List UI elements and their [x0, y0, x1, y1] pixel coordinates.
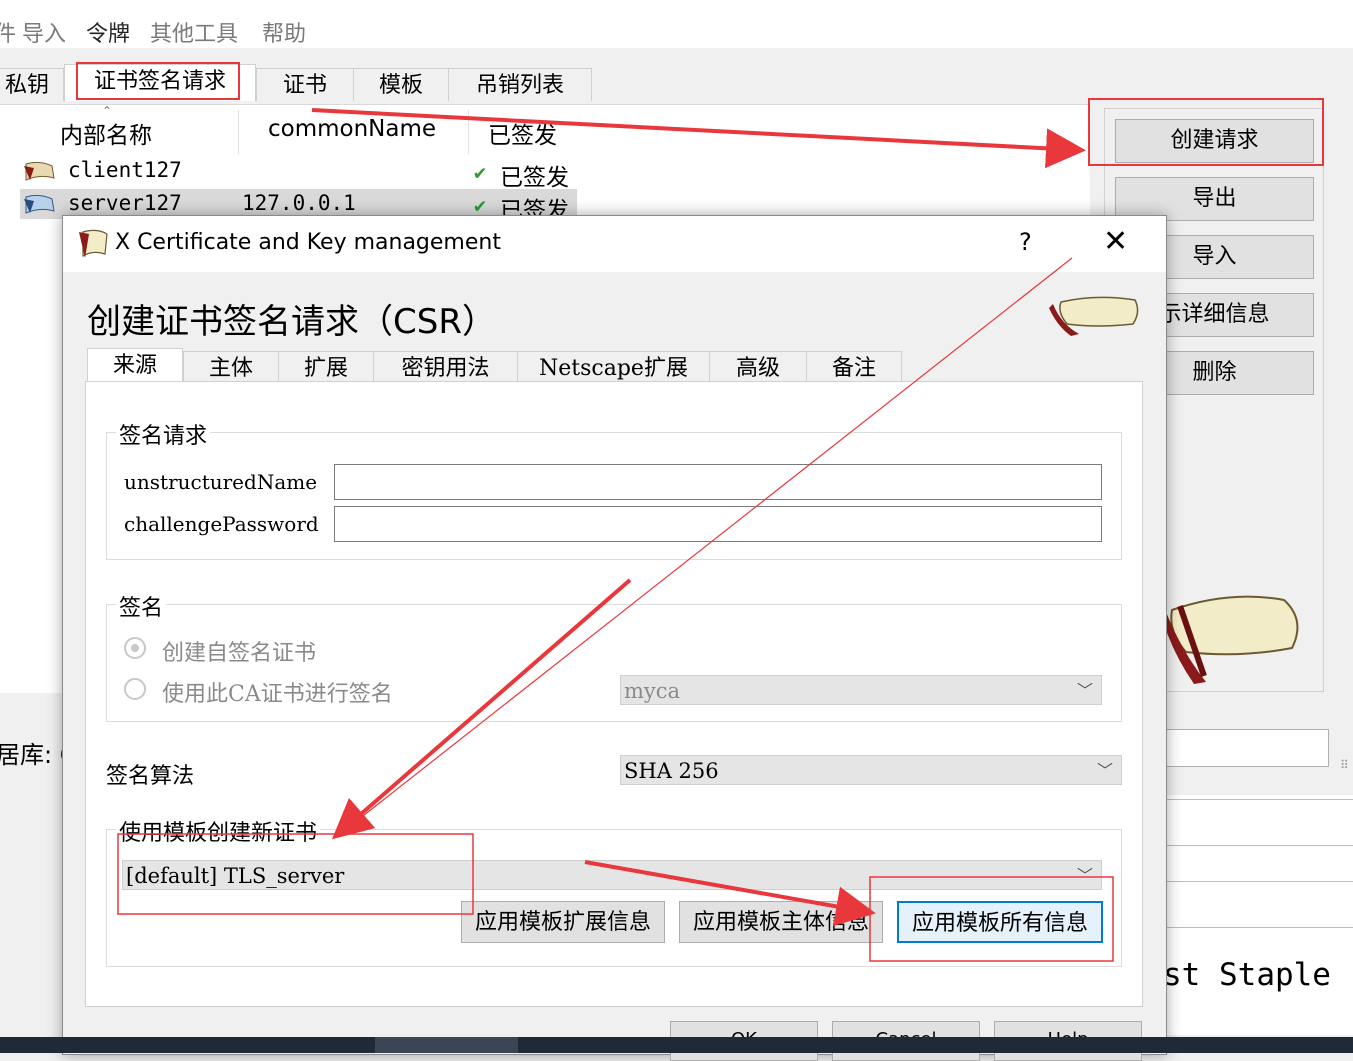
sign-request-group-title: 签名请求 [116, 418, 211, 450]
col-divider [468, 110, 469, 154]
apply-template-all-button[interactable]: 应用模板所有信息 [897, 901, 1103, 943]
challenge-password-label: challengePassword [124, 512, 319, 536]
tab-netscape[interactable]: Netscape扩展 [517, 351, 710, 384]
tab-key-usage[interactable]: 密钥用法 [373, 351, 518, 384]
tab-subject[interactable]: 主体 [183, 351, 279, 384]
status-field [1165, 729, 1329, 767]
tab-certificates[interactable]: 证书 [256, 68, 354, 101]
tab-private-keys[interactable]: 私钥 [0, 68, 64, 101]
use-ca-radio[interactable] [124, 678, 146, 700]
menu-bar: 件 导入 令牌 其他工具 帮助 [0, 0, 1353, 48]
tab-comment[interactable]: 备注 [806, 351, 902, 384]
create-request-button[interactable]: 创建请求 [1115, 119, 1314, 163]
tab-advanced[interactable]: 高级 [709, 351, 807, 384]
bg-peek-text: st Staple [1163, 957, 1331, 993]
signing-group-title: 签名 [116, 590, 167, 622]
chevron-down-icon: ﹀ [1096, 761, 1113, 780]
template-group [106, 829, 1122, 967]
menu-import[interactable]: 导入 [22, 16, 66, 48]
close-icon[interactable]: ✕ [1103, 224, 1128, 259]
col-divider [238, 110, 239, 154]
chevron-down-icon: ﹀ [1076, 866, 1093, 885]
template-group-title: 使用模板创建新证书 [116, 815, 321, 847]
menu-token[interactable]: 令牌 [86, 16, 130, 48]
tab-templates[interactable]: 模板 [353, 68, 449, 101]
tab-source[interactable]: 来源 [87, 348, 183, 385]
apply-template-extensions-button[interactable]: 应用模板扩展信息 [461, 901, 665, 943]
tab-csr[interactable]: 证书签名请求 [64, 64, 256, 101]
bg-details-panel: st Staple [1163, 795, 1353, 1035]
col-header-signed[interactable]: 已签发 [488, 116, 557, 150]
apply-template-subject-button[interactable]: 应用模板主体信息 [679, 901, 883, 943]
dialog-scroll-logo-icon [1049, 296, 1139, 336]
algorithm-select[interactable]: SHA 256 ﹀ [620, 755, 1122, 785]
csr-scroll-icon [24, 194, 55, 214]
row-common-name: 127.0.0.1 [242, 191, 356, 215]
self-sign-label: 创建自签名证书 [162, 641, 317, 666]
dialog-title: X Certificate and Key management [115, 230, 501, 255]
col-header-common-name[interactable]: commonName [268, 116, 436, 142]
csr-scroll-icon [24, 161, 55, 181]
dialog-title-bar[interactable]: X Certificate and Key management ? ✕ [63, 216, 1166, 272]
unstructured-name-input[interactable] [334, 464, 1102, 500]
menu-file[interactable]: 件 [0, 16, 16, 48]
csr-dialog: X Certificate and Key management ? ✕ 创建证… [62, 215, 1167, 1061]
app-logo-icon [79, 229, 108, 258]
check-icon: ✔ [474, 160, 487, 184]
self-sign-radio[interactable] [124, 637, 146, 659]
chevron-down-icon: ﹀ [1076, 681, 1093, 700]
page-title: 创建证书签名请求（CSR） [87, 302, 496, 342]
menu-other-tools[interactable]: 其他工具 [150, 16, 238, 48]
col-header-internal-name[interactable]: 内部名称 [60, 116, 152, 150]
use-ca-label: 使用此CA证书进行签名 [162, 682, 393, 707]
challenge-password-input[interactable] [334, 506, 1102, 542]
check-icon: ✔ [474, 193, 487, 217]
tab-revocation-lists[interactable]: 吊销列表 [448, 68, 592, 101]
row-signed: 已签发 [500, 165, 569, 191]
menu-help[interactable]: 帮助 [262, 16, 306, 48]
help-icon[interactable]: ? [1019, 228, 1032, 256]
ca-select-value: myca [624, 679, 681, 703]
template-select[interactable]: [default] TLS_server ﹀ [122, 860, 1102, 890]
unstructured-name-label: unstructuredName [124, 470, 318, 494]
row-internal-name: server127 [68, 191, 182, 215]
scroll-logo-icon [1162, 595, 1299, 684]
tab-extensions[interactable]: 扩展 [278, 351, 374, 384]
taskbar-strip [0, 1037, 1353, 1053]
resize-grip-icon[interactable]: ⠿ [1340, 758, 1349, 772]
table-row[interactable]: client127 ✔ 已签发 [20, 156, 577, 191]
template-select-value: [default] TLS_server [126, 864, 345, 888]
ca-select[interactable]: myca ﹀ [620, 675, 1102, 705]
algorithm-select-value: SHA 256 [624, 759, 719, 783]
algorithm-label: 签名算法 [106, 764, 195, 789]
row-internal-name: client127 [68, 158, 182, 182]
